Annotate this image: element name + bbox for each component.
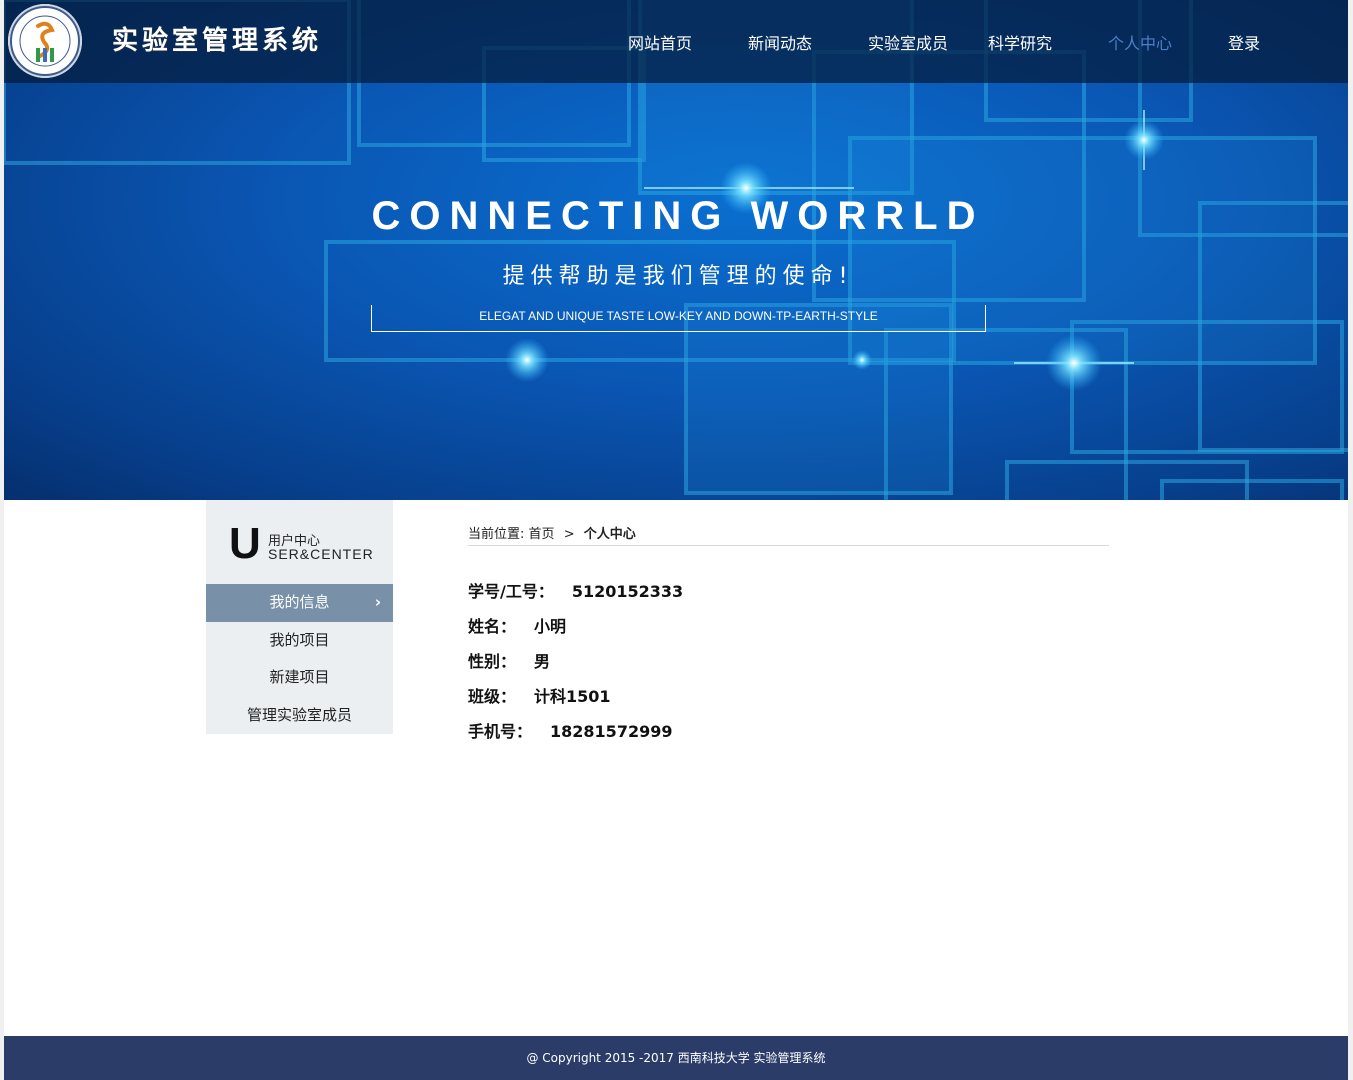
profile-value: 男 xyxy=(534,652,551,671)
sidebar-item-new-project[interactable]: 新建项目 xyxy=(206,659,393,697)
profile-label: 手机号： xyxy=(468,722,533,741)
footer-copyright: @ Copyright 2015 -2017 西南科技大学 实验管理系统 xyxy=(526,1051,826,1065)
sidebar-item-my-projects[interactable]: 我的项目 xyxy=(206,622,393,660)
profile-info: 学号/工号： 5120152333 姓名： 小明 性别： 男 班级： 计科1501 手机… xyxy=(468,580,683,755)
hero-tagline-box: ELEGAT AND UNIQUE TASTE LOW-KEY AND DOWN… xyxy=(371,305,986,332)
profile-label: 姓名： xyxy=(468,617,517,636)
main-nav: 网站首页 新闻动态 实验室成员 科学研究 个人中心 登录 xyxy=(4,30,1348,54)
breadcrumb: 当前位置: 首页 > 个人中心 xyxy=(468,523,1109,546)
hero-banner: 实验室管理系统 网站首页 新闻动态 实验室成员 科学研究 个人中心 登录 CON… xyxy=(4,0,1348,500)
nav-item-personal-center[interactable]: 个人中心 xyxy=(1108,30,1172,54)
sidebar-initial: U xyxy=(229,519,261,568)
sidebar-heading-en: SER&CENTER xyxy=(268,546,374,562)
profile-row-phone: 手机号： 18281572999 xyxy=(468,720,683,755)
page-border-right xyxy=(1348,0,1353,1080)
top-header-bar: 实验室管理系统 网站首页 新闻动态 实验室成员 科学研究 个人中心 登录 xyxy=(4,0,1348,83)
footer: @ Copyright 2015 -2017 西南科技大学 实验管理系统 xyxy=(4,1036,1348,1080)
sidebar-item-label: 新建项目 xyxy=(269,668,330,686)
profile-label: 班级： xyxy=(468,687,517,706)
profile-value: 计科1501 xyxy=(534,687,611,706)
profile-label: 性别： xyxy=(468,652,517,671)
profile-row-id: 学号/工号： 5120152333 xyxy=(468,580,683,615)
sidebar-item-label: 我的项目 xyxy=(269,630,330,649)
hero-title: CONNECTING WORRLD xyxy=(371,194,985,238)
user-center-sidebar: U 用户中心 SER&CENTER 我的信息 › 我的项目 新建项目 管理实验室… xyxy=(206,500,393,734)
nav-item-lab-members[interactable]: 实验室成员 xyxy=(868,30,948,54)
hero-subtitle: 提供帮助是我们管理的使命! xyxy=(502,264,854,289)
breadcrumb-current: 个人中心 xyxy=(583,527,636,542)
chevron-right-icon: › xyxy=(374,593,381,611)
profile-value: 18281572999 xyxy=(550,722,673,741)
profile-label: 学号/工号： xyxy=(468,582,554,601)
hero-tagline: ELEGAT AND UNIQUE TASTE LOW-KEY AND DOWN… xyxy=(479,309,878,323)
nav-item-news[interactable]: 新闻动态 xyxy=(748,30,812,54)
profile-value: 小明 xyxy=(534,617,567,636)
profile-value: 5120152333 xyxy=(571,582,684,601)
nav-item-research[interactable]: 科学研究 xyxy=(988,30,1052,54)
sidebar-item-label: 我的信息 xyxy=(269,593,330,611)
profile-row-gender: 性别： 男 xyxy=(468,650,683,685)
sidebar-item-manage-members[interactable]: 管理实验室成员 xyxy=(206,697,393,735)
nav-item-login[interactable]: 登录 xyxy=(1228,30,1260,54)
breadcrumb-separator: > xyxy=(563,527,575,542)
breadcrumb-prefix: 当前位置: xyxy=(468,527,525,542)
sidebar-item-label: 管理实验室成员 xyxy=(246,705,352,724)
sidebar-menu: 我的信息 › 我的项目 新建项目 管理实验室成员 xyxy=(206,584,393,734)
sidebar-item-my-info[interactable]: 我的信息 › xyxy=(206,584,393,622)
profile-row-class: 班级： 计科1501 xyxy=(468,685,683,720)
profile-row-name: 姓名： 小明 xyxy=(468,615,683,650)
nav-item-home[interactable]: 网站首页 xyxy=(628,30,692,54)
breadcrumb-home-link[interactable]: 首页 xyxy=(529,523,555,542)
